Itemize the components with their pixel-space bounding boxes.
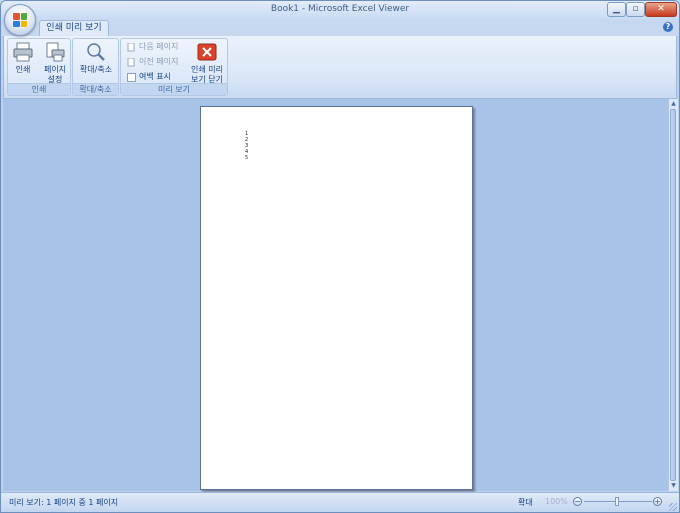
- status-bar: 미리 보기: 1 페이지 중 1 페이지 확대 100% − +: [1, 492, 679, 512]
- close-preview-label-1: 인쇄 미리: [191, 65, 223, 74]
- help-icon[interactable]: ?: [663, 22, 673, 32]
- row-number: 5: [245, 155, 249, 161]
- page-setup-label-1: 페이지: [43, 65, 67, 74]
- zoom-slider-thumb[interactable]: [615, 497, 619, 506]
- office-button[interactable]: [4, 4, 36, 36]
- status-page-info: 미리 보기: 1 페이지 중 1 페이지: [9, 498, 119, 507]
- excel-viewer-window: Book1 - Microsoft Excel Viewer ▁ ▫ ✕ 인쇄 …: [0, 0, 680, 513]
- office-logo-icon: [13, 13, 27, 27]
- minimize-icon: ▁: [613, 4, 620, 14]
- page-setup-icon: [46, 42, 65, 62]
- show-margins-checkbox[interactable]: 여백 표시: [127, 71, 171, 83]
- close-preview-icon: [197, 43, 217, 61]
- prev-page-label: 이전 페이지: [139, 57, 179, 66]
- zoom-group: 확대/축소 확대/축소: [72, 38, 119, 96]
- zoom-button-label: 확대/축소: [79, 65, 113, 74]
- scroll-up-icon[interactable]: ▲: [669, 100, 678, 108]
- close-preview-button[interactable]: 인쇄 미리 보기 닫기: [187, 41, 227, 85]
- title-bar: Book1 - Microsoft Excel Viewer ▁ ▫ ✕: [1, 1, 679, 20]
- window-title: Book1 - Microsoft Excel Viewer: [270, 4, 410, 14]
- minimize-button[interactable]: ▁: [607, 2, 626, 17]
- zoom-out-icon[interactable]: −: [573, 497, 582, 506]
- next-page-icon: [127, 42, 135, 51]
- close-icon: ✕: [657, 4, 665, 14]
- ribbon: 인쇄 페이지 설정 인쇄 확대/축소 확대/축소 다음 페이지 이전 페이지 여…: [3, 36, 677, 99]
- preview-group-label: 미리 보기: [121, 83, 227, 95]
- page-setup-button[interactable]: 페이지 설정: [40, 41, 70, 85]
- zoom-in-icon[interactable]: +: [653, 497, 662, 506]
- vertical-scrollbar[interactable]: ▲ ▼: [668, 99, 678, 491]
- maximize-button[interactable]: ▫: [626, 2, 645, 17]
- prev-page-icon: [127, 57, 135, 66]
- print-button-label: 인쇄: [15, 65, 31, 74]
- checkbox-icon: [127, 72, 136, 82]
- resize-grip-icon[interactable]: [669, 503, 677, 511]
- restore-icon: ▫: [632, 4, 639, 14]
- preview-page[interactable]: 1 2 3 4 5: [200, 106, 473, 490]
- preview-group: 다음 페이지 이전 페이지 여백 표시 인쇄 미리 보기 닫기 미리 보기: [120, 38, 228, 96]
- next-page-label: 다음 페이지: [139, 42, 179, 51]
- zoom-label: 확대: [518, 498, 533, 507]
- show-margins-label: 여백 표시: [139, 72, 171, 81]
- next-page-button[interactable]: 다음 페이지: [127, 41, 178, 53]
- scroll-thumb[interactable]: [670, 109, 676, 481]
- tab-print-preview[interactable]: 인쇄 미리 보기: [39, 20, 109, 36]
- print-button[interactable]: 인쇄: [11, 41, 35, 75]
- print-group-label: 인쇄: [8, 83, 70, 95]
- printer-icon: [13, 42, 33, 62]
- prev-page-button[interactable]: 이전 페이지: [127, 56, 178, 68]
- magnifier-icon: [87, 43, 105, 61]
- zoom-group-label: 확대/축소: [73, 83, 118, 95]
- print-group: 인쇄 페이지 설정 인쇄: [7, 38, 71, 96]
- close-window-button[interactable]: ✕: [645, 2, 677, 17]
- zoom-percent[interactable]: 100%: [545, 497, 568, 506]
- scroll-down-icon[interactable]: ▼: [669, 482, 678, 490]
- zoom-button[interactable]: 확대/축소: [75, 41, 117, 75]
